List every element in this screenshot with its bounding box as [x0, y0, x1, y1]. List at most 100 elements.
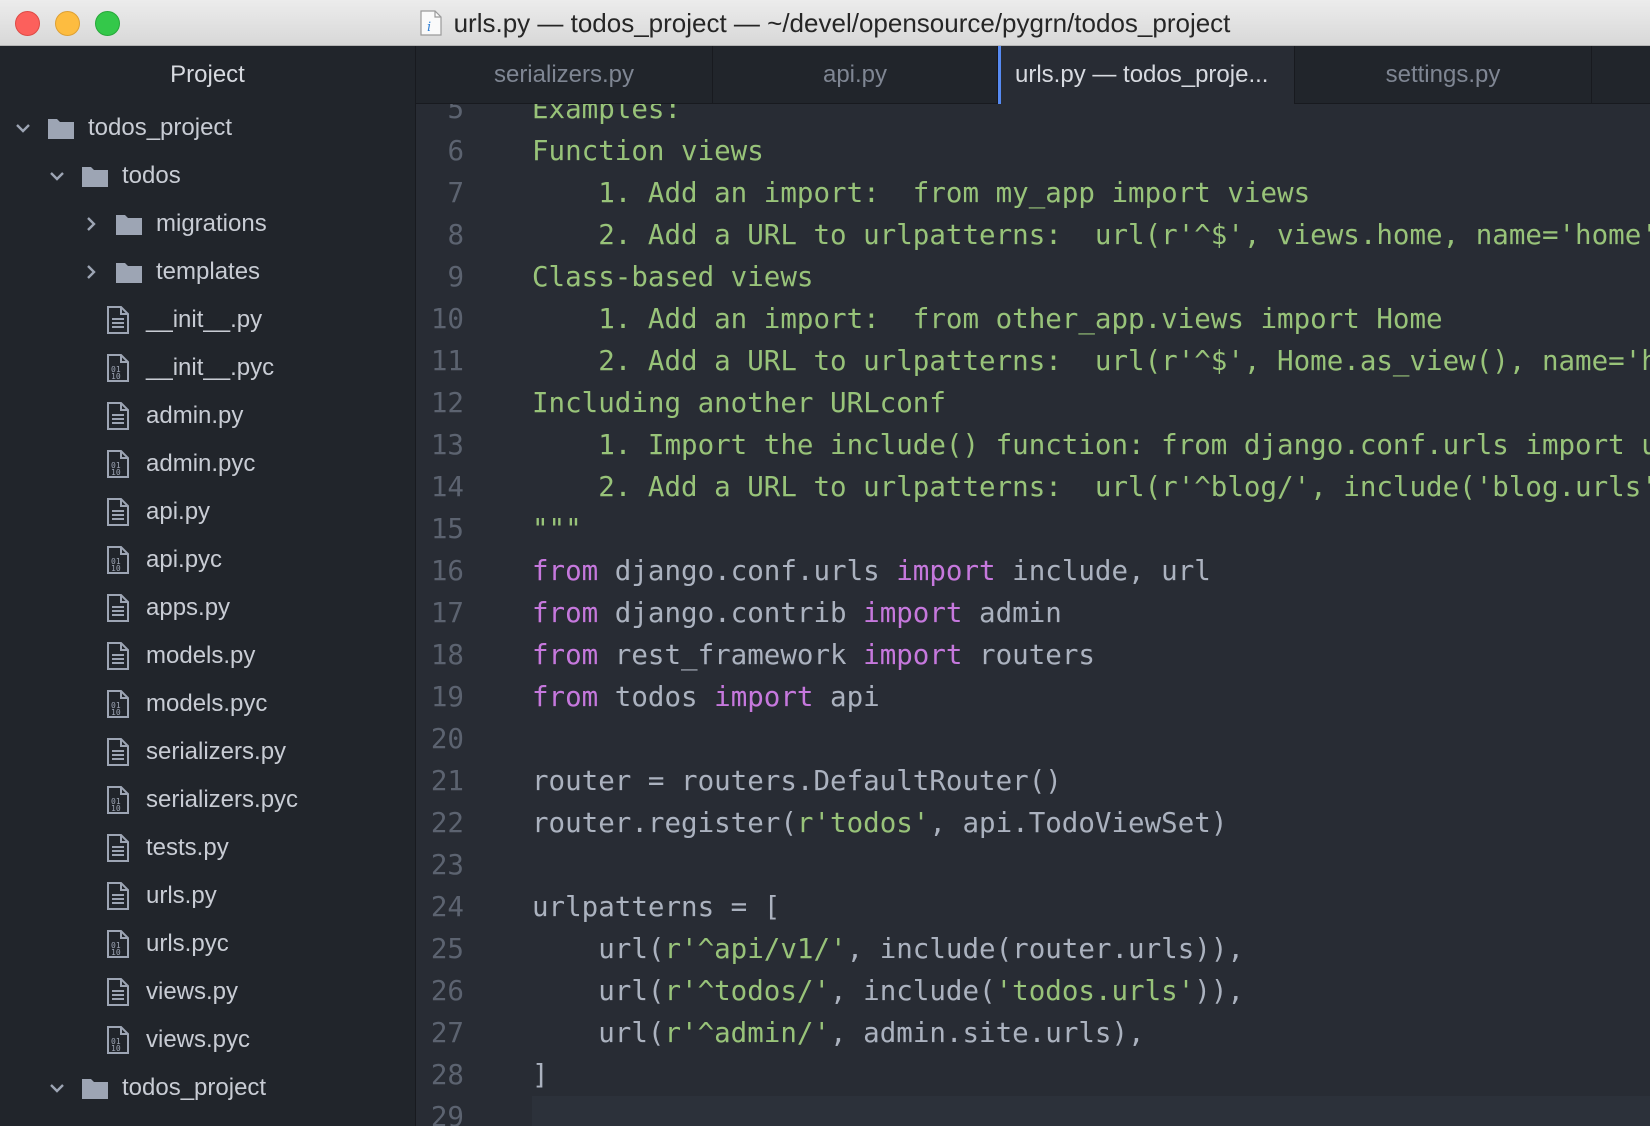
tab-label: serializers.py [493, 61, 635, 88]
code-line[interactable]: 5 Examples: [416, 104, 1650, 130]
tree-file-item[interactable]: apps.py [0, 584, 415, 632]
code-line[interactable]: 25 url(r'^api/v1/', include(router.urls)… [416, 928, 1650, 970]
chevron-down-icon[interactable] [12, 117, 34, 139]
tree-item-label: urls.pyc [146, 930, 229, 957]
tree-file-item[interactable]: 01 10 api.pyc [0, 536, 415, 584]
string-token: 1. Add an import: from my_app import vie… [532, 177, 1311, 209]
code-text: 2. Add a URL to urlpatterns: url(r'^$', … [532, 214, 1650, 256]
code-line[interactable]: 8 2. Add a URL to urlpatterns: url(r'^$'… [416, 214, 1650, 256]
folder-icon [114, 257, 144, 287]
tree-file-item[interactable]: 01 10 serializers.pyc [0, 776, 415, 824]
editor-tab[interactable]: serializers.py [416, 46, 713, 104]
tree-file-item[interactable]: tests.py [0, 824, 415, 872]
line-number: 6 [447, 135, 464, 167]
tree-folder-item[interactable]: todos [0, 152, 415, 200]
tree-file-item[interactable]: api.py [0, 488, 415, 536]
code-line[interactable]: 24 urlpatterns = [ [416, 886, 1650, 928]
code-line[interactable]: 16 from django.conf.urls import include, … [416, 550, 1650, 592]
code-line[interactable]: 27 url(r'^admin/', admin.site.urls), [416, 1012, 1650, 1054]
line-number: 12 [430, 387, 464, 419]
code-token: admin [962, 597, 1062, 629]
line-number: 24 [430, 891, 464, 923]
code-line[interactable]: 23 [416, 844, 1650, 886]
code-line[interactable]: 28] [416, 1054, 1650, 1096]
tree-item-label: migrations [156, 210, 267, 237]
code-editor[interactable]: 5 Examples: 6 Function views 7 1. Add an imp… [416, 104, 1650, 1126]
chevron-down-icon[interactable] [46, 165, 68, 187]
svg-text:10: 10 [111, 1044, 121, 1053]
tree-folder-item[interactable]: todos_project [0, 104, 415, 152]
svg-text:10: 10 [111, 468, 121, 477]
code-line[interactable]: 21 router = routers.DefaultRouter() [416, 760, 1650, 802]
code-line[interactable]: 13 1. Import the include() function: fro… [416, 424, 1650, 466]
line-number: 8 [447, 219, 464, 251]
line-number: 19 [430, 681, 464, 713]
code-line[interactable]: 14 2. Add a URL to urlpatterns: url(r'^b… [416, 466, 1650, 508]
code-line[interactable]: 26 url(r'^todos/', include('todos.urls')… [416, 970, 1650, 1012]
editor-tab[interactable]: settings.py [1295, 46, 1592, 104]
python-file-icon: i [419, 10, 442, 36]
editor-window: i urls.py — todos_project — ~/devel/open… [0, 0, 1650, 1126]
code-text: Examples: [532, 104, 1650, 130]
string-token: 2. Add a URL to urlpatterns: url(r'^blog… [532, 471, 1650, 503]
code-text: 1. Add an import: from my_app import vie… [532, 172, 1650, 214]
line-number: 26 [430, 975, 464, 1007]
text-file-icon [104, 977, 132, 1007]
code-line[interactable]: 10 1. Add an import: from other_app.view… [416, 298, 1650, 340]
tree-file-item[interactable]: urls.py [0, 872, 415, 920]
code-line[interactable]: 12 Including another URLconf [416, 382, 1650, 424]
code-token: router = routers.DefaultRouter() [532, 765, 1062, 797]
line-number: 14 [430, 471, 464, 503]
tree-file-item[interactable]: admin.py [0, 392, 415, 440]
tree-folder-item[interactable]: migrations [0, 200, 415, 248]
line-number: 23 [430, 849, 464, 881]
code-line[interactable]: 9 Class-based views [416, 256, 1650, 298]
line-number: 9 [447, 261, 464, 293]
string-token: 'todos.urls' [995, 975, 1195, 1007]
line-number: 17 [430, 597, 464, 629]
string-token: 1. Import the include() function: from d… [598, 429, 1650, 461]
tree-file-item[interactable]: models.py [0, 632, 415, 680]
code-token: routers [962, 639, 1095, 671]
tree-file-item[interactable]: 01 10 urls.pyc [0, 920, 415, 968]
tree-file-item[interactable]: serializers.py [0, 728, 415, 776]
tree-file-item[interactable]: 01 10 views.pyc [0, 1016, 415, 1064]
tree-file-item[interactable]: views.py [0, 968, 415, 1016]
code-line[interactable]: 6 Function views [416, 130, 1650, 172]
code-token: , include(router.urls)), [846, 933, 1244, 965]
binary-file-icon: 01 10 [104, 353, 132, 383]
chevron-right-icon[interactable] [80, 261, 102, 283]
binary-file-icon: 01 10 [104, 785, 132, 815]
code-text: from django.contrib import admin [532, 592, 1650, 634]
tree-file-item[interactable]: 01 10 __init__.pyc [0, 344, 415, 392]
string-token: r'^admin/' [664, 1017, 831, 1049]
tree-file-item[interactable]: 01 10 models.pyc [0, 680, 415, 728]
editor-tab[interactable]: urls.py — todos_proje... [998, 46, 1295, 104]
code-line[interactable]: 15 """ [416, 508, 1650, 550]
code-line[interactable]: 20 [416, 718, 1650, 760]
code-line[interactable]: 18 from rest_framework import routers [416, 634, 1650, 676]
code-text: 1. Add an import: from other_app.views i… [532, 298, 1650, 340]
tree-folder-item[interactable]: todos_project [0, 1064, 415, 1112]
code-line[interactable]: 22 router.register(r'todos', api.TodoView… [416, 802, 1650, 844]
code-line[interactable]: 17 from django.contrib import admin [416, 592, 1650, 634]
editor-tab[interactable]: api.py [713, 46, 998, 104]
tree-file-item[interactable]: __init__.py [0, 296, 415, 344]
code-text: 1. Import the include() function: from d… [532, 424, 1650, 466]
code-line[interactable]: 29 [416, 1096, 1650, 1126]
svg-text:10: 10 [111, 564, 121, 573]
tab-label: urls.py — todos_proje... [1015, 61, 1269, 88]
line-number: 27 [430, 1017, 464, 1049]
tree-folder-item[interactable]: templates [0, 248, 415, 296]
code-line[interactable]: 7 1. Add an import: from my_app import v… [416, 172, 1650, 214]
code-line[interactable]: 19 from todos import api [416, 676, 1650, 718]
tree-file-item[interactable]: 01 10 admin.pyc [0, 440, 415, 488]
tree-item-label: __init__.pyc [146, 354, 275, 381]
chevron-right-icon[interactable] [80, 213, 102, 235]
code-text: Class-based views [532, 256, 1650, 298]
tab-label: api.py [822, 61, 888, 88]
string-token: Examples: [532, 104, 682, 125]
chevron-down-icon[interactable] [46, 1077, 68, 1099]
code-token: ] [532, 1059, 549, 1091]
code-line[interactable]: 11 2. Add a URL to urlpatterns: url(r'^$… [416, 340, 1650, 382]
